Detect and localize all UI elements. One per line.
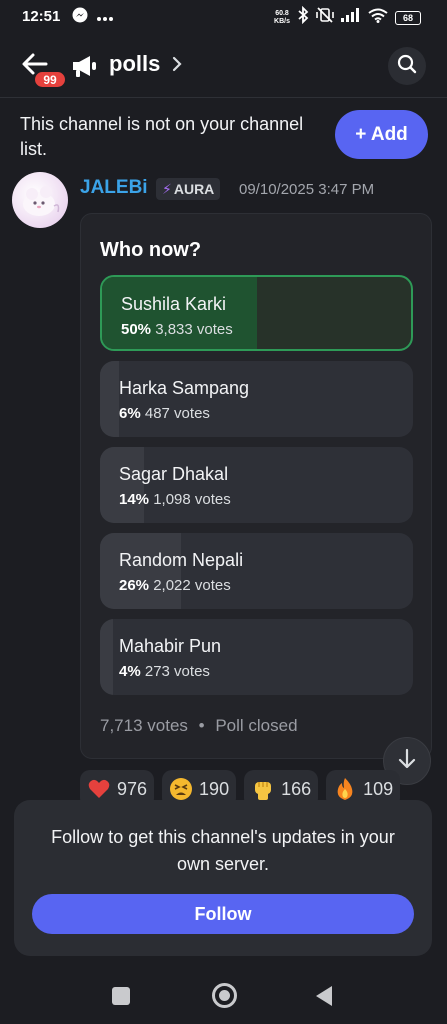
- system-navigation-bar: [0, 970, 447, 1024]
- channel-header: 99 polls: [0, 34, 447, 98]
- status-time: 12:51: [22, 8, 61, 25]
- poll-question: Who now?: [100, 239, 202, 261]
- system-back-button[interactable]: [316, 986, 332, 1006]
- more-notifications-icon: [96, 9, 114, 27]
- poll-option[interactable]: Harka Sampang 6% 487 votes: [100, 361, 413, 437]
- bluetooth-icon: [297, 5, 309, 29]
- poll-option-bar: [100, 533, 182, 609]
- poll-option[interactable]: Mahabir Pun 4% 273 votes: [100, 619, 413, 695]
- poll-option-label: Sagar Dhakal: [119, 464, 229, 484]
- poll-option-stat: 26% 2,022 votes: [119, 577, 231, 594]
- wifi-icon: [368, 8, 388, 28]
- add-channel-button[interactable]: + Add: [335, 110, 428, 159]
- server-tag[interactable]: ⚡ AURA: [156, 178, 221, 200]
- poll-option-label: Mahabir Pun: [119, 636, 222, 656]
- message-timestamp: 09/10/2025 3:47 PM: [239, 181, 375, 198]
- poll-option-label: Harka Sampang: [119, 378, 250, 398]
- avatar[interactable]: [12, 172, 68, 228]
- poll-total-votes: 7,713 votes: [100, 716, 188, 735]
- unread-badge: 99: [33, 70, 67, 89]
- follow-description: Follow to get this channel's updates in …: [51, 827, 395, 874]
- home-button[interactable]: [212, 983, 237, 1008]
- poll-option-stat: 6% 487 votes: [119, 405, 210, 422]
- lightning-icon: ⚡: [162, 180, 172, 197]
- poll-option[interactable]: Random Nepali 26% 2,022 votes: [100, 533, 413, 609]
- announcement-channel-icon: [70, 52, 98, 80]
- poll-option-bar: [100, 447, 144, 523]
- battery-indicator: 68: [395, 10, 421, 25]
- tired-face-icon: [169, 777, 193, 801]
- author-name[interactable]: JALEBi: [80, 177, 148, 199]
- poll-option-stat: 14% 1,098 votes: [119, 491, 231, 508]
- poll-option-label: Sushila Karki: [121, 294, 227, 314]
- signal-icon: [341, 8, 361, 27]
- heart-icon: [87, 777, 111, 801]
- poll-option-stat: 4% 273 votes: [119, 663, 210, 680]
- search-button[interactable]: [388, 47, 426, 85]
- chevron-right-icon[interactable]: [170, 54, 184, 74]
- poll-option[interactable]: Sagar Dhakal 14% 1,098 votes: [100, 447, 413, 523]
- follow-button[interactable]: Follow: [32, 894, 414, 934]
- raised-fist-icon: [251, 777, 275, 801]
- follow-panel: Follow to get this channel's updates in …: [14, 800, 432, 956]
- poll-option-bar: [100, 619, 113, 695]
- poll-option-label: Random Nepali: [119, 550, 244, 570]
- poll-option-bar: [100, 361, 119, 437]
- poll-option-stat: 50% 3,833 votes: [121, 321, 233, 338]
- search-icon: [397, 54, 417, 79]
- poll-state: Poll closed: [215, 716, 298, 735]
- not-on-list-notice: This channel is not on your channel list…: [20, 114, 304, 159]
- recent-apps-button[interactable]: [112, 987, 130, 1005]
- channel-title[interactable]: polls: [109, 51, 160, 77]
- vibrate-off-icon: [316, 6, 334, 29]
- poll-card: Who now? Sushila Karki 50% 3,833 votes H…: [80, 213, 432, 759]
- poll-footer: 7,713 votes • Poll closed: [100, 716, 298, 736]
- status-bar: 12:51 60.8 KB/s 68: [0, 0, 447, 34]
- fire-icon: [333, 777, 357, 801]
- network-speed: 60.8 KB/s: [274, 9, 290, 25]
- poll-separator: •: [198, 716, 205, 735]
- messenger-icon: [72, 7, 88, 28]
- poll-option[interactable]: Sushila Karki 50% 3,833 votes: [100, 275, 413, 351]
